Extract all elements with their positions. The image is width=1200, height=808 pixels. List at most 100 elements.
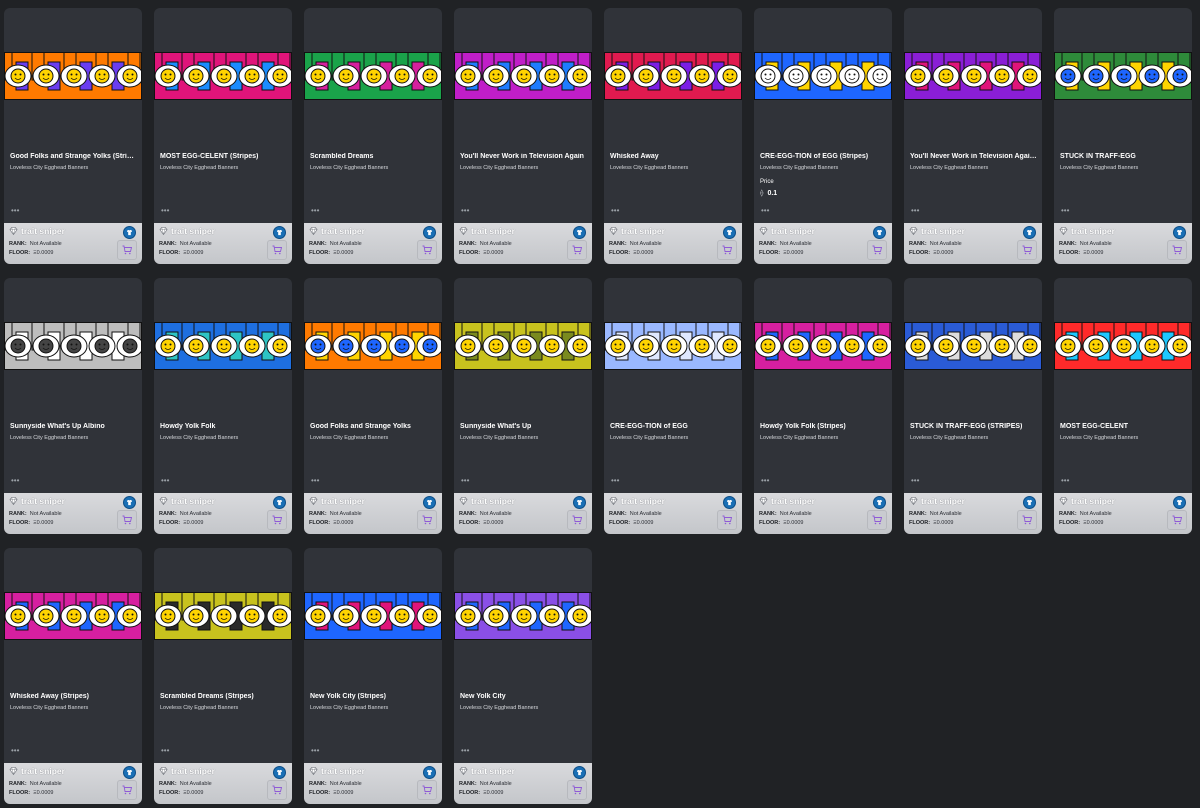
nft-title[interactable]: New Yolk City (Stripes) [310, 693, 438, 700]
shirt-icon[interactable] [873, 496, 886, 509]
add-to-cart-button[interactable] [417, 510, 437, 530]
add-to-cart-button[interactable] [117, 510, 137, 530]
shirt-icon[interactable] [273, 496, 286, 509]
more-options-button[interactable]: ••• [761, 476, 769, 485]
banner-image[interactable] [4, 592, 142, 640]
shirt-icon[interactable] [423, 226, 436, 239]
nft-title[interactable]: Howdy Yolk Folk [160, 423, 288, 430]
nft-card[interactable]: CRE-EGG-TION of EGG Loveless City Egghead… [604, 278, 742, 534]
add-to-cart-button[interactable] [1167, 510, 1187, 530]
banner-image[interactable] [154, 52, 292, 100]
trait-sniper-logo[interactable]: trait sniper [609, 496, 665, 506]
shirt-icon[interactable] [123, 766, 136, 779]
add-to-cart-button[interactable] [567, 780, 587, 800]
nft-title[interactable]: STUCK IN TRAFF-EGG [1060, 153, 1188, 160]
more-options-button[interactable]: ••• [611, 206, 619, 215]
more-options-button[interactable]: ••• [11, 476, 19, 485]
nft-card[interactable]: New Yolk City (Stripes) Loveless City Egg… [304, 548, 442, 804]
nft-title[interactable]: Whisked Away [610, 153, 738, 160]
more-options-button[interactable]: ••• [11, 206, 19, 215]
add-to-cart-button[interactable] [267, 510, 287, 530]
add-to-cart-button[interactable] [267, 780, 287, 800]
add-to-cart-button[interactable] [1167, 240, 1187, 260]
nft-card[interactable]: STUCK IN TRAFF-EGG (STRIPES) Loveless Cit… [904, 278, 1042, 534]
more-options-button[interactable]: ••• [311, 206, 319, 215]
shirt-icon[interactable] [273, 766, 286, 779]
add-to-cart-button[interactable] [867, 240, 887, 260]
trait-sniper-logo[interactable]: trait sniper [1059, 226, 1115, 236]
shirt-icon[interactable] [123, 226, 136, 239]
nft-title[interactable]: Sunnyside What's Up [460, 423, 588, 430]
add-to-cart-button[interactable] [1017, 240, 1037, 260]
shirt-icon[interactable] [573, 226, 586, 239]
shirt-icon[interactable] [873, 226, 886, 239]
banner-image[interactable] [454, 322, 592, 370]
more-options-button[interactable]: ••• [1061, 476, 1069, 485]
add-to-cart-button[interactable] [117, 240, 137, 260]
trait-sniper-logo[interactable]: trait sniper [759, 496, 815, 506]
trait-sniper-logo[interactable]: trait sniper [909, 226, 965, 236]
nft-title[interactable]: MOST EGG-CELENT [1060, 423, 1188, 430]
more-options-button[interactable]: ••• [761, 206, 769, 215]
shirt-icon[interactable] [1023, 226, 1036, 239]
nft-card[interactable]: Scrambled Dreams (Stripes) Loveless City … [154, 548, 292, 804]
nft-card[interactable]: Whisked Away (Stripes) Loveless City Eggh… [4, 548, 142, 804]
more-options-button[interactable]: ••• [461, 746, 469, 755]
nft-card[interactable]: CRE-EGG-TION of EGG (Stripes) Loveless Ci… [754, 8, 892, 264]
trait-sniper-logo[interactable]: trait sniper [309, 496, 365, 506]
banner-image[interactable] [304, 52, 442, 100]
banner-image[interactable] [604, 322, 742, 370]
shirt-icon[interactable] [1173, 496, 1186, 509]
trait-sniper-logo[interactable]: trait sniper [1059, 496, 1115, 506]
nft-title[interactable]: Good Folks and Strange Yolks (Stripes) [10, 153, 138, 160]
trait-sniper-logo[interactable]: trait sniper [459, 226, 515, 236]
shirt-icon[interactable] [573, 496, 586, 509]
trait-sniper-logo[interactable]: trait sniper [309, 766, 365, 776]
add-to-cart-button[interactable] [567, 510, 587, 530]
add-to-cart-button[interactable] [567, 240, 587, 260]
more-options-button[interactable]: ••• [461, 206, 469, 215]
more-options-button[interactable]: ••• [461, 476, 469, 485]
nft-title[interactable]: CRE-EGG-TION of EGG (Stripes) [760, 153, 888, 160]
trait-sniper-logo[interactable]: trait sniper [459, 766, 515, 776]
nft-title[interactable]: Good Folks and Strange Yolks [310, 423, 438, 430]
more-options-button[interactable]: ••• [11, 746, 19, 755]
trait-sniper-logo[interactable]: trait sniper [609, 226, 665, 236]
nft-title[interactable]: Howdy Yolk Folk (Stripes) [760, 423, 888, 430]
nft-card[interactable]: You'll Never Work in Television Again Lov… [454, 8, 592, 264]
banner-image[interactable] [304, 322, 442, 370]
trait-sniper-logo[interactable]: trait sniper [459, 496, 515, 506]
nft-card[interactable]: STUCK IN TRAFF-EGG Loveless City Egghead … [1054, 8, 1192, 264]
nft-title[interactable]: New Yolk City [460, 693, 588, 700]
shirt-icon[interactable] [273, 226, 286, 239]
banner-image[interactable] [904, 322, 1042, 370]
nft-card[interactable]: MOST EGG-CELENT Loveless City Egghead Ban… [1054, 278, 1192, 534]
nft-card[interactable]: MOST EGG-CELENT (Stripes) Loveless City E… [154, 8, 292, 264]
banner-image[interactable] [1054, 322, 1192, 370]
nft-title[interactable]: Scrambled Dreams [310, 153, 438, 160]
trait-sniper-logo[interactable]: trait sniper [909, 496, 965, 506]
banner-image[interactable] [604, 52, 742, 100]
more-options-button[interactable]: ••• [161, 206, 169, 215]
nft-title[interactable]: STUCK IN TRAFF-EGG (STRIPES) [910, 423, 1038, 430]
shirt-icon[interactable] [723, 496, 736, 509]
trait-sniper-logo[interactable]: trait sniper [159, 766, 215, 776]
trait-sniper-logo[interactable]: trait sniper [159, 496, 215, 506]
banner-image[interactable] [154, 322, 292, 370]
more-options-button[interactable]: ••• [1061, 206, 1069, 215]
nft-card[interactable]: Howdy Yolk Folk Loveless City Egghead Ban… [154, 278, 292, 534]
add-to-cart-button[interactable] [267, 240, 287, 260]
banner-image[interactable] [904, 52, 1042, 100]
banner-image[interactable] [754, 322, 892, 370]
nft-card[interactable]: New Yolk City Loveless City Egghead Banne… [454, 548, 592, 804]
nft-title[interactable]: CRE-EGG-TION of EGG [610, 423, 738, 430]
more-options-button[interactable]: ••• [161, 476, 169, 485]
nft-card[interactable]: Scrambled Dreams Loveless City Egghead Ba… [304, 8, 442, 264]
nft-card[interactable]: Howdy Yolk Folk (Stripes) Loveless City E… [754, 278, 892, 534]
nft-card[interactable]: Good Folks and Strange Yolks Loveless Cit… [304, 278, 442, 534]
banner-image[interactable] [4, 322, 142, 370]
nft-title[interactable]: Whisked Away (Stripes) [10, 693, 138, 700]
banner-image[interactable] [304, 592, 442, 640]
trait-sniper-logo[interactable]: trait sniper [309, 226, 365, 236]
banner-image[interactable] [4, 52, 142, 100]
